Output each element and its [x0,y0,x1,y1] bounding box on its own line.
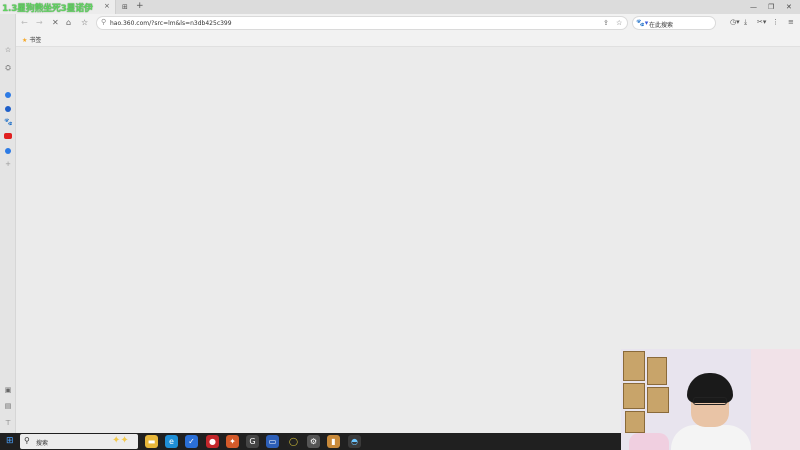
bookmarks-folder[interactable]: ★ 书签 [22,35,41,44]
menu-icon[interactable]: ≡ [788,18,794,26]
sidebar-more-icon[interactable]: + [4,160,12,168]
history-icon[interactable]: ◷▾ [730,18,740,26]
sidebar-app-blue-icon[interactable] [5,92,11,98]
app-g-icon[interactable]: G [246,435,259,448]
share-icon[interactable]: ⇪ [603,19,609,27]
stop-icon[interactable]: ✕ [52,18,59,27]
chair [629,433,669,450]
forward-icon[interactable]: → [36,18,43,27]
wall-poster [623,351,645,381]
favorite-star-icon[interactable]: ☆ [81,18,88,27]
more-icon[interactable]: ⋮ [772,18,779,26]
extensions-icon[interactable]: ✂▾ [757,18,766,26]
taskbar-search-label: 搜索 [36,440,49,447]
taskbar: ⊞ ⚲ 搜索 ✦✦ ▬ e ✓ ● ✦ G ▭ ◯ ⚙ ▮ ◓ [0,433,621,450]
tab-strip: 1.3星狗熊坐死3星诺伊 × ⊞ + — ❐ ✕ [0,0,800,14]
back-icon[interactable]: ← [21,18,28,27]
tab-grid-icon[interactable]: ⊞ [122,3,128,11]
wall-poster [623,383,645,409]
sidebar-video-icon[interactable] [4,133,12,139]
browser-toolbar: ‹ ← → ✕ ⌂ ☆ ⚲ hao.360.com/?src=lm&ls=n3d… [0,14,800,32]
app-orange-icon[interactable]: ✦ [226,435,239,448]
close-window-icon[interactable]: ✕ [786,3,792,11]
home-icon[interactable]: ⌂ [66,18,71,27]
search-input[interactable]: 在此搜索 [649,20,673,29]
app-red-icon[interactable]: ● [206,435,219,448]
sidebar-app-download-icon[interactable] [5,106,11,112]
wall-poster [647,357,667,385]
user-icon[interactable]: ⛭ [4,64,12,72]
sidebar-baidu-icon[interactable]: 🐾 [4,118,13,126]
bookmarks-bar: ★ 书签 [16,32,800,47]
favorites-star-icon[interactable]: ☆ [4,46,12,54]
new-tab-button[interactable]: + [136,1,144,11]
sidebar-pin-icon[interactable]: ⊤ [4,419,12,427]
page-info-icon[interactable]: ⚲ [101,18,106,26]
file-explorer-icon[interactable]: ▬ [145,435,158,448]
app-bili-icon[interactable]: ▮ [327,435,340,448]
sidebar-tool-icon[interactable]: ▣ [4,386,12,394]
app-gear-icon[interactable]: ⚙ [307,435,320,448]
tab-close-icon[interactable]: × [104,2,110,10]
sidebar-tool2-icon[interactable]: ▤ [4,402,12,410]
search-box[interactable]: 🐾▾ 在此搜索 [632,16,716,30]
taskbar-search[interactable]: ⚲ 搜索 ✦✦ [20,434,138,449]
left-sidebar: ☆ ⛭ 🐾 + ▣ ▤ ⊤ [0,14,16,433]
wall-poster [625,411,645,433]
restore-icon[interactable]: ❐ [768,3,774,11]
curtain [751,349,800,450]
bookmarks-folder-label: 书签 [29,37,42,44]
bookmark-folder-icon: ★ [22,37,28,44]
address-bar[interactable]: ⚲ hao.360.com/?src=lm&ls=n3db425c399 ⇪ ☆ [96,16,628,30]
browser-360-icon[interactable]: ◓ [348,435,361,448]
edge-icon[interactable]: e [165,435,178,448]
search-icon: ⚲ [24,436,30,445]
person-shirt [671,425,751,450]
minimize-icon[interactable]: — [750,3,757,11]
webcam-overlay [621,349,800,450]
wall-poster [647,387,669,413]
search-engine-icon[interactable]: 🐾▾ [636,19,648,27]
app-circle-icon[interactable]: ◯ [287,435,300,448]
person-glasses [693,397,727,405]
download-icon[interactable]: ⤓ [744,18,747,27]
app-window-icon[interactable]: ▭ [266,435,279,448]
browser-tab[interactable]: 1.3星狗熊坐死3星诺伊 × [0,0,116,14]
address-url[interactable]: hao.360.com/?src=lm&ls=n3db425c399 [110,20,232,27]
tab-title: 1.3星狗熊坐死3星诺伊 [2,4,93,14]
windows-start-icon[interactable]: ⊞ [6,436,14,446]
sidebar-info-icon[interactable] [5,148,11,154]
copilot-sparkle-icon[interactable]: ✦✦ [112,435,129,446]
bookmark-star-icon[interactable]: ☆ [616,19,622,27]
app-blue-icon[interactable]: ✓ [185,435,198,448]
